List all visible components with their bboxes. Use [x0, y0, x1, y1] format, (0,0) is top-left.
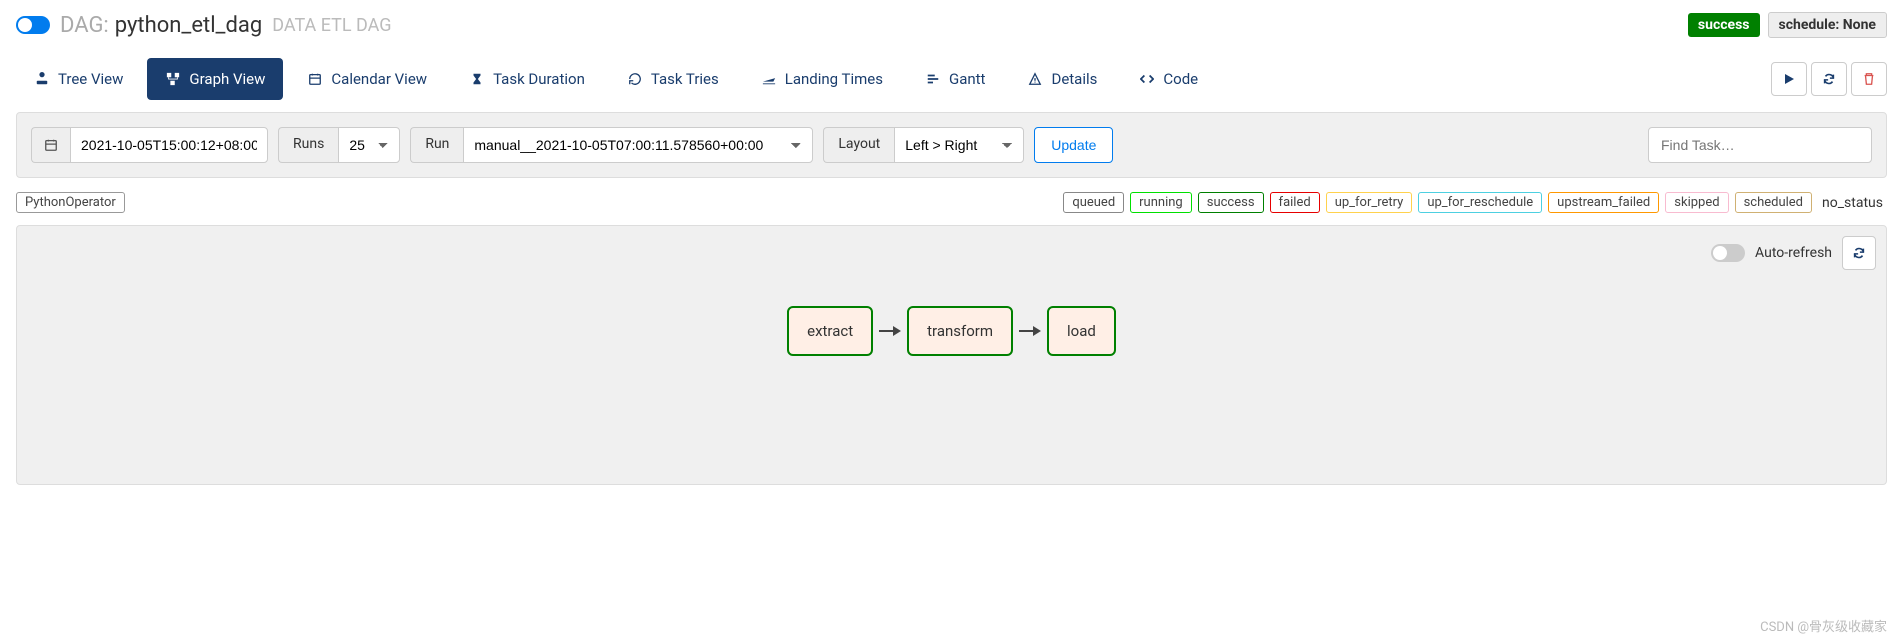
status-badge: success: [1688, 13, 1760, 37]
tab-task-duration[interactable]: Task Duration: [451, 58, 603, 100]
state-legend-queued[interactable]: queued: [1063, 192, 1124, 213]
tab-code[interactable]: Code: [1121, 58, 1216, 100]
state-legend-up-for-retry[interactable]: up_for_retry: [1326, 192, 1413, 213]
landing-icon: [761, 71, 777, 87]
state-legend-failed[interactable]: failed: [1270, 192, 1320, 213]
state-legend-no-status[interactable]: no_status: [1818, 193, 1887, 213]
layout-label: Layout: [823, 127, 894, 163]
operator-legend-python[interactable]: PythonOperator: [16, 192, 125, 213]
watermark: CSDN @骨灰级收藏家: [1760, 616, 1887, 635]
tab-calendar-view[interactable]: Calendar View: [289, 58, 445, 100]
num-runs-select[interactable]: 25: [338, 127, 400, 163]
state-legend-running[interactable]: running: [1130, 192, 1192, 213]
state-legend-upstream-failed[interactable]: upstream_failed: [1548, 192, 1659, 213]
tab-graph-view[interactable]: Graph View: [147, 58, 283, 100]
state-legend-skipped[interactable]: skipped: [1665, 192, 1728, 213]
tab-task-tries[interactable]: Task Tries: [609, 58, 737, 100]
dag-enabled-toggle[interactable]: [16, 16, 50, 34]
tab-label: Calendar View: [331, 70, 427, 88]
edge-arrow: [879, 326, 901, 336]
run-label: Run: [410, 127, 463, 163]
runs-label: Runs: [278, 127, 338, 163]
graph-canvas[interactable]: Auto-refresh extract transform load: [16, 225, 1887, 485]
layout-select[interactable]: Left > Right: [894, 127, 1024, 163]
calendar-addon-icon: [31, 127, 70, 163]
task-node-load[interactable]: load: [1047, 306, 1116, 356]
filter-toolbar: Runs 25 Run manual__2021-10-05T07:00:11.…: [16, 112, 1887, 178]
update-button[interactable]: Update: [1034, 127, 1113, 163]
graph-icon: [165, 71, 181, 87]
schedule-badge: schedule: None: [1768, 12, 1888, 38]
play-icon: [1783, 73, 1795, 85]
run-id-select[interactable]: manual__2021-10-05T07:00:11.578560+00:00: [463, 127, 813, 163]
tab-label: Code: [1163, 70, 1198, 88]
auto-refresh-toggle[interactable]: [1711, 244, 1745, 262]
delete-dag-button[interactable]: [1851, 62, 1887, 96]
task-node-transform[interactable]: transform: [907, 306, 1013, 356]
hourglass-icon: [469, 71, 485, 87]
trigger-dag-button[interactable]: [1771, 62, 1807, 96]
calendar-icon: [307, 71, 323, 87]
find-task-input[interactable]: [1648, 127, 1872, 163]
tab-label: Gantt: [949, 70, 985, 88]
auto-refresh-label: Auto-refresh: [1755, 245, 1832, 261]
tab-label: Tree View: [58, 70, 123, 88]
base-date-input[interactable]: [70, 127, 268, 163]
tab-gantt[interactable]: Gantt: [907, 58, 1003, 100]
details-icon: [1027, 71, 1043, 87]
task-node-extract[interactable]: extract: [787, 306, 873, 356]
code-icon: [1139, 71, 1155, 87]
dag-label: DAG:: [60, 13, 109, 38]
refresh-icon: [1852, 246, 1866, 260]
tab-label: Graph View: [189, 70, 265, 88]
state-legend-success[interactable]: success: [1198, 192, 1264, 213]
dag-name: python_etl_dag: [115, 13, 262, 38]
graph-refresh-button[interactable]: [1842, 236, 1876, 270]
state-legend-up-for-reschedule[interactable]: up_for_reschedule: [1418, 192, 1542, 213]
trash-icon: [1862, 72, 1876, 86]
state-legend-scheduled[interactable]: scheduled: [1735, 192, 1812, 213]
tab-landing-times[interactable]: Landing Times: [743, 58, 901, 100]
edge-arrow: [1019, 326, 1041, 336]
retry-icon: [627, 71, 643, 87]
tab-details[interactable]: Details: [1009, 58, 1115, 100]
tree-icon: [34, 71, 50, 87]
tab-label: Task Tries: [651, 70, 719, 88]
dag-description: DATA ETL DAG: [272, 15, 391, 36]
tab-label: Task Duration: [493, 70, 585, 88]
tab-label: Details: [1051, 70, 1097, 88]
gantt-icon: [925, 71, 941, 87]
refresh-icon: [1822, 72, 1836, 86]
tab-tree-view[interactable]: Tree View: [16, 58, 141, 100]
refresh-button[interactable]: [1811, 62, 1847, 96]
tab-label: Landing Times: [785, 70, 883, 88]
